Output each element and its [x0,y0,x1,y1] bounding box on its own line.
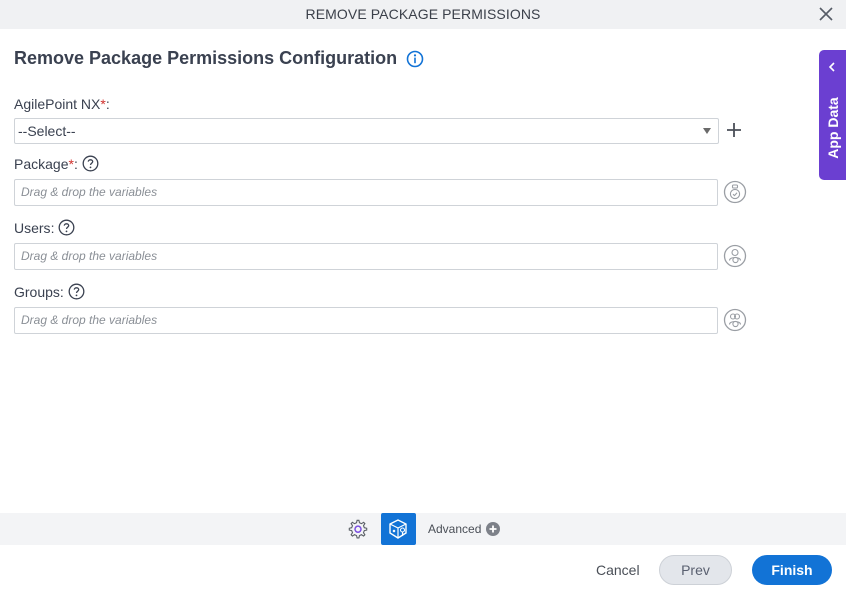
settings-gear-icon[interactable] [347,518,369,540]
label-colon: : [73,155,78,172]
bottom-toolbar [0,513,846,545]
package-lock-icon [389,519,407,539]
users-label: Users: [14,219,75,236]
info-icon[interactable] [406,50,424,68]
advanced-toggle[interactable]: Advanced [428,522,501,536]
help-icon[interactable] [58,219,75,236]
page-title: Remove Package Permissions Configuration [14,48,398,68]
help-icon[interactable] [82,155,99,172]
variable-picker-icon[interactable] [723,308,747,332]
finish-button[interactable]: Finish [752,555,832,585]
input-placeholder: Drag & drop the variables [21,313,158,327]
label-colon: : [59,283,64,300]
window-title: REMOVE PACKAGE PERMISSIONS [305,6,541,22]
close-icon[interactable] [818,6,834,22]
groups-input[interactable]: Drag & drop the variables [14,307,718,334]
agilepoint-nx-label: AgilePoint NX *: [14,96,110,112]
package-input[interactable]: Drag & drop the variables [14,179,718,206]
help-icon[interactable] [68,283,85,300]
label-text: Package [14,155,69,172]
input-placeholder: Drag & drop the variables [21,249,158,263]
input-placeholder: Drag & drop the variables [21,185,158,199]
package-label: Package *: [14,155,99,172]
label-colon: : [105,96,110,112]
advanced-label: Advanced [428,522,482,536]
prev-button[interactable]: Prev [659,555,732,585]
label-text: Groups [14,283,60,300]
agilepoint-nx-select[interactable]: --Select-- [14,118,719,144]
plus-circle-icon [486,522,501,536]
title-bar: REMOVE PACKAGE PERMISSIONS [0,0,846,29]
users-input[interactable]: Drag & drop the variables [14,243,718,270]
chevron-left-icon [828,62,835,72]
label-text: AgilePoint NX [14,96,101,112]
variable-picker-icon[interactable] [723,244,747,268]
cancel-button[interactable]: Cancel [596,562,640,578]
label-colon: : [50,219,55,236]
variable-picker-icon[interactable] [723,180,747,204]
add-connection-icon[interactable] [724,120,744,140]
select-value: --Select-- [18,123,76,139]
groups-label: Groups: [14,283,85,300]
app-data-label: App Data [824,97,841,159]
page-heading: Remove Package Permissions Configuration [14,48,424,69]
label-text: Users [14,219,51,236]
app-data-tab[interactable]: App Data [819,50,846,180]
remove-package-permissions-button[interactable] [381,513,416,545]
dropdown-arrow-icon [703,128,711,134]
